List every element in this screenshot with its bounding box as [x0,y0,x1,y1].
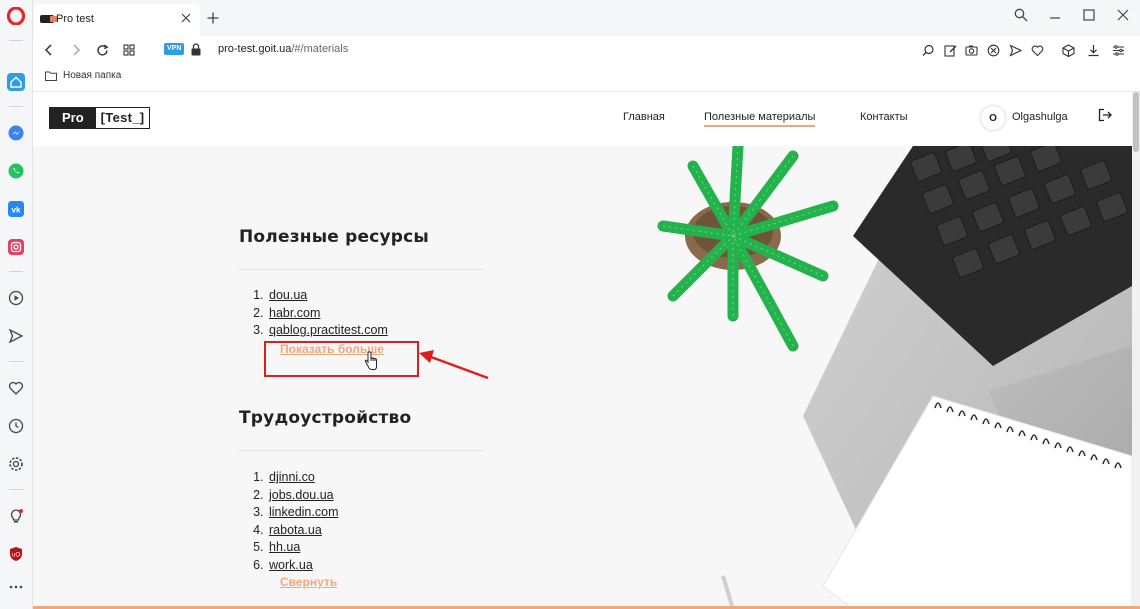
svg-text:vk: vk [12,206,21,215]
hero-background [33,146,1132,609]
resource-link-qablog[interactable]: qablog.practitest.com [269,323,388,337]
tab-title: Pro test [56,13,94,25]
resource-link-dou[interactable]: dou.ua [269,288,307,302]
page-search-icon[interactable] [919,41,937,59]
window-controls [1004,0,1140,30]
list-item: djinni.co [267,469,338,487]
sidebar-divider [9,271,23,272]
job-link-jobs-dou[interactable]: jobs.dou.ua [269,488,334,502]
section-divider [239,269,483,270]
tabs-grid-icon[interactable] [120,41,138,59]
user-name[interactable]: Olgashulga [1012,111,1068,123]
sidebar-divider [9,106,23,107]
site-favicon-icon [40,15,57,23]
highlight-box [264,341,419,377]
maximize-icon[interactable] [1072,0,1106,30]
url-host: pro-test.goit.ua [218,43,292,55]
nav-contacts[interactable]: Контакты [860,111,908,123]
avatar[interactable]: O [981,106,1005,130]
block-icon[interactable] [984,41,1002,59]
url-field[interactable]: pro-test.goit.ua/#/materials [218,43,348,55]
jobs-list: djinni.co jobs.dou.ua linkedin.com rabot… [267,469,338,574]
player-icon[interactable] [6,288,26,308]
resources-list: dou.ua habr.com qablog.practitest.com [267,287,388,340]
folder-icon [45,71,57,81]
history-icon[interactable] [6,416,26,436]
sidebar-divider [9,40,23,41]
close-window-icon[interactable] [1106,0,1140,30]
bookmark-folder-label: Новая папка [63,70,122,81]
send-icon[interactable] [6,326,26,346]
section-title-resources: Полезные ресурсы [239,227,430,247]
job-link-hh[interactable]: hh.ua [269,540,300,554]
logo-test-text: [Test_] [95,108,150,128]
tab-close-icon[interactable] [178,10,194,26]
back-icon[interactable] [40,41,58,59]
site-logo[interactable]: Pro [Test_] [49,107,151,129]
search-tabs-icon[interactable] [1004,0,1038,30]
ublock-icon[interactable]: uO [6,544,26,564]
download-icon[interactable] [1084,41,1102,59]
instagram-icon[interactable] [6,237,26,257]
list-item: dou.ua [267,287,388,305]
camera-icon[interactable] [962,41,980,59]
desk-photo-image [657,146,1132,609]
section-divider [239,450,483,451]
list-item: jobs.dou.ua [267,487,338,505]
page-scrollbar[interactable] [1132,92,1140,607]
browser-sidebar: vk uO [0,0,33,609]
edit-icon[interactable] [941,41,959,59]
whatsapp-icon[interactable] [6,161,26,181]
bookmark-folder[interactable]: Новая папка [45,70,121,81]
lock-icon[interactable] [191,43,203,57]
tab-active[interactable]: Pro test [34,4,200,36]
heart-icon[interactable] [6,378,26,398]
bookmark-heart-icon[interactable] [1028,41,1046,59]
list-item: habr.com [267,305,388,323]
collapse-link[interactable]: Свернуть [280,575,337,589]
list-item: work.ua [267,557,338,575]
minimize-icon[interactable] [1038,0,1072,30]
scrollbar-thumb[interactable] [1133,92,1139,152]
logo-pro-text: Pro [50,108,96,128]
job-link-djinni[interactable]: djinni.co [269,470,315,484]
logout-icon[interactable] [1098,108,1114,124]
easy-setup-icon[interactable] [1109,41,1127,59]
svg-text:uO: uO [12,553,20,559]
resource-link-habr[interactable]: habr.com [269,306,320,320]
opera-logo-icon[interactable] [6,6,26,26]
extensions-icon[interactable] [1059,41,1077,59]
site-header: Pro [Test_] Главная Полезные материалы К… [33,92,1132,146]
new-tab-icon[interactable] [205,10,221,26]
job-link-rabota[interactable]: rabota.ua [269,523,322,537]
sidebar-divider [9,361,23,362]
hand-cursor-icon [364,351,377,370]
vpn-badge[interactable]: VPN [164,43,185,55]
lightbulb-icon[interactable] [6,506,26,526]
forward-icon[interactable] [67,41,85,59]
share-icon[interactable] [1006,41,1024,59]
vk-icon[interactable]: vk [6,199,26,219]
bookmarks-bar: Новая папка [33,64,1140,92]
messenger-icon[interactable] [6,123,26,143]
address-bar: VPN pro-test.goit.ua/#/materials [33,36,1140,64]
nav-home[interactable]: Главная [623,111,665,123]
settings-icon[interactable] [6,454,26,474]
list-item: qablog.practitest.com [267,322,388,340]
more-icon[interactable] [6,577,26,597]
job-link-linkedin[interactable]: linkedin.com [269,505,338,519]
list-item: linkedin.com [267,504,338,522]
list-item: rabota.ua [267,522,338,540]
reload-icon[interactable] [93,41,111,59]
url-path: /#/materials [291,43,349,55]
web-page: Pro [Test_] Главная Полезные материалы К… [33,92,1140,609]
home-icon[interactable] [6,72,26,92]
sidebar-divider [9,489,23,490]
tab-strip: Pro test [33,0,1140,36]
section-title-jobs: Трудоустройство [239,408,412,428]
list-item: hh.ua [267,539,338,557]
nav-materials[interactable]: Полезные материалы [704,111,816,127]
job-link-work[interactable]: work.ua [269,558,313,572]
